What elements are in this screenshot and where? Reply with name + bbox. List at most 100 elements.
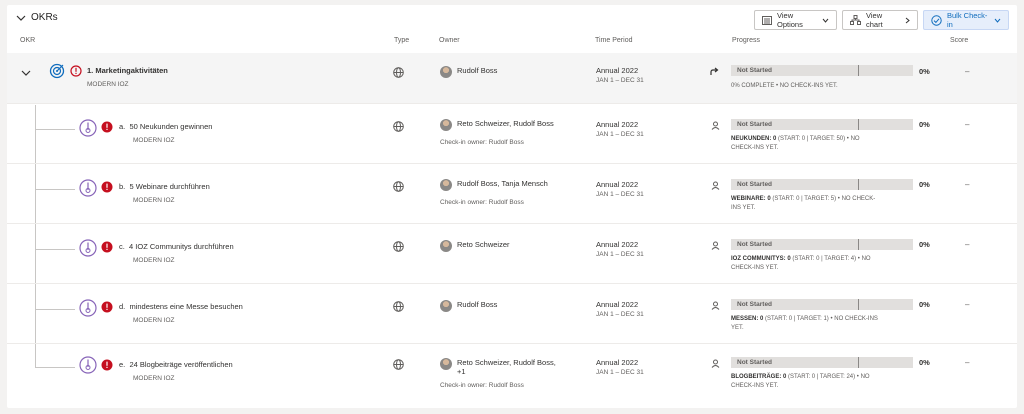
key-result-team: MODERN IOZ bbox=[133, 137, 175, 144]
key-result-row[interactable]: a. 50 Neukunden gewinnen MODERN IOZ Reto… bbox=[7, 103, 1017, 163]
share-arrow-icon[interactable] bbox=[710, 67, 719, 76]
key-result-period: Annual 2022 JAN 1 – DEC 31 bbox=[596, 358, 644, 376]
period-dates: JAN 1 – DEC 31 bbox=[596, 369, 644, 376]
progress-info: NEUKUNDEN: 0 (START: 0 | TARGET: 50) • N… bbox=[731, 136, 860, 151]
person-icon bbox=[711, 301, 720, 310]
key-result-gauge-icon bbox=[79, 119, 97, 137]
owner-names: Reto Schweizer, Rudolf Boss, +1 bbox=[457, 358, 556, 376]
period-dates: JAN 1 – DEC 31 bbox=[596, 251, 644, 258]
progress-status: Not Started bbox=[737, 66, 773, 74]
key-result-row[interactable]: c. 4 IOZ Communitys durchführen MODERN I… bbox=[7, 223, 1017, 283]
view-options-button[interactable]: View Options bbox=[754, 10, 837, 30]
key-result-period: Annual 2022 JAN 1 – DEC 31 bbox=[596, 180, 644, 198]
avatar bbox=[440, 66, 452, 78]
progress-status: Not Started bbox=[737, 180, 773, 188]
key-result-title[interactable]: d. mindestens eine Messe besuchen bbox=[119, 302, 243, 311]
key-result-owner[interactable]: Reto Schweizer, Rudolf Boss, +1 Check-in … bbox=[440, 358, 556, 389]
key-result-gauge-icon bbox=[79, 356, 97, 374]
key-result-owner[interactable]: Reto Schweizer, Rudolf Boss Check-in own… bbox=[440, 119, 554, 146]
org-chart-icon bbox=[850, 15, 861, 25]
column-header-score: Score bbox=[950, 37, 969, 44]
progress-percent: 0% bbox=[919, 120, 930, 129]
objective-text: 1. Marketingaktivitäten MODERN IOZ bbox=[87, 66, 168, 88]
avatar bbox=[440, 358, 452, 370]
column-header-time-period: Time Period bbox=[595, 37, 633, 44]
person-icon bbox=[711, 241, 720, 250]
globe-icon bbox=[393, 67, 404, 78]
view-chart-button[interactable]: View chart bbox=[842, 10, 918, 30]
checkin-owner: Check-in owner: Rudolf Boss bbox=[440, 199, 524, 206]
chevron-down-icon bbox=[994, 18, 1001, 23]
progress-bar: Not Started bbox=[731, 357, 913, 368]
progress-target-marker bbox=[858, 357, 859, 368]
period-dates: JAN 1 – DEC 31 bbox=[596, 131, 644, 138]
key-result-period: Annual 2022 JAN 1 – DEC 31 bbox=[596, 120, 644, 138]
progress-status: Not Started bbox=[737, 358, 773, 366]
key-result-row[interactable]: b. 5 Webinare durchführen MODERN IOZ Rud… bbox=[7, 163, 1017, 223]
avatar bbox=[440, 240, 452, 252]
key-result-team: MODERN IOZ bbox=[133, 257, 175, 264]
score-value: – bbox=[965, 67, 970, 76]
objective-owner[interactable]: Rudolf Boss bbox=[440, 66, 497, 78]
progress-target-marker bbox=[858, 179, 859, 190]
globe-icon bbox=[393, 181, 404, 192]
progress-target-marker bbox=[858, 299, 859, 310]
key-result-title[interactable]: e. 24 Blogbeiträge veröffentlichen bbox=[119, 360, 233, 369]
owner-name: Rudolf Boss, Tanja Mensch bbox=[457, 179, 548, 188]
objective-row[interactable]: 1. Marketingaktivitäten MODERN IOZ Rudol… bbox=[7, 53, 1017, 103]
owner-name: Rudolf Boss bbox=[457, 66, 498, 75]
key-result-text: d. mindestens eine Messe besuchen MODERN… bbox=[119, 302, 243, 324]
key-result-row[interactable]: e. 24 Blogbeiträge veröffentlichen MODER… bbox=[7, 343, 1017, 408]
avatar bbox=[440, 300, 452, 312]
progress-bar: Not Started bbox=[731, 239, 913, 250]
key-result-owner[interactable]: Rudolf Boss bbox=[440, 300, 497, 312]
chevron-right-icon bbox=[905, 17, 910, 24]
globe-icon bbox=[393, 121, 404, 132]
key-result-text: b. 5 Webinare durchführen MODERN IOZ bbox=[119, 182, 210, 204]
progress-info: BLOGBEITRÄGE: 0 (START: 0 | TARGET: 24) … bbox=[731, 374, 870, 389]
key-result-title[interactable]: c. 4 IOZ Communitys durchführen bbox=[119, 242, 234, 251]
owner-name: Reto Schweizer bbox=[457, 240, 510, 249]
alert-filled-icon bbox=[101, 181, 113, 193]
progress-status: Not Started bbox=[737, 240, 773, 248]
column-header-owner: Owner bbox=[439, 37, 460, 44]
progress-status: Not Started bbox=[737, 120, 773, 128]
bulk-checkin-button[interactable]: Bulk Check-in bbox=[923, 10, 1009, 30]
key-result-period: Annual 2022 JAN 1 – DEC 31 bbox=[596, 240, 644, 258]
avatar bbox=[440, 119, 452, 131]
score-value: – bbox=[965, 180, 970, 189]
chevron-down-icon bbox=[822, 18, 829, 23]
progress-percent: 0% bbox=[919, 67, 930, 76]
key-result-title[interactable]: a. 50 Neukunden gewinnen bbox=[119, 122, 212, 131]
owner-name: Reto Schweizer, Rudolf Boss bbox=[457, 119, 554, 128]
okrs-label: OKRs bbox=[31, 12, 58, 23]
key-result-text: a. 50 Neukunden gewinnen MODERN IOZ bbox=[119, 122, 212, 144]
period-dates: JAN 1 – DEC 31 bbox=[596, 311, 644, 318]
progress-bar: Not Started bbox=[731, 179, 913, 190]
objective-title[interactable]: 1. Marketingaktivitäten bbox=[87, 66, 168, 75]
key-result-title[interactable]: b. 5 Webinare durchführen bbox=[119, 182, 210, 191]
expand-chevron-icon[interactable] bbox=[21, 69, 31, 77]
checkin-icon bbox=[931, 14, 942, 26]
key-result-row[interactable]: d. mindestens eine Messe besuchen MODERN… bbox=[7, 283, 1017, 343]
key-result-team: MODERN IOZ bbox=[133, 317, 175, 324]
progress-percent: 0% bbox=[919, 240, 930, 249]
key-result-owner[interactable]: Reto Schweizer bbox=[440, 240, 510, 252]
person-icon bbox=[711, 359, 720, 368]
bulk-checkin-label: Bulk Check-in bbox=[947, 11, 988, 29]
okrs-collapse-toggle[interactable]: OKRs bbox=[16, 12, 58, 23]
period-label: Annual 2022 bbox=[596, 300, 639, 309]
key-result-text: c. 4 IOZ Communitys durchführen MODERN I… bbox=[119, 242, 234, 264]
alert-filled-icon bbox=[101, 241, 113, 253]
globe-icon bbox=[393, 241, 404, 252]
progress-info: IOZ COMMUNITYS: 0 (START: 0 | TARGET: 4)… bbox=[731, 256, 871, 271]
okr-panel: OKRs View Options View chart Bulk Check-… bbox=[7, 5, 1017, 408]
period-dates: JAN 1 – DEC 31 bbox=[596, 191, 644, 198]
okr-toolbar: OKRs View Options View chart Bulk Check-… bbox=[7, 5, 1017, 31]
owner-name: Rudolf Boss bbox=[457, 300, 498, 309]
progress-percent: 0% bbox=[919, 180, 930, 189]
key-result-owner[interactable]: Rudolf Boss, Tanja Mensch Check-in owner… bbox=[440, 179, 548, 206]
period-label: Annual 2022 bbox=[596, 120, 639, 129]
progress-bar: Not Started bbox=[731, 119, 913, 130]
objective-team: MODERN IOZ bbox=[87, 81, 129, 88]
